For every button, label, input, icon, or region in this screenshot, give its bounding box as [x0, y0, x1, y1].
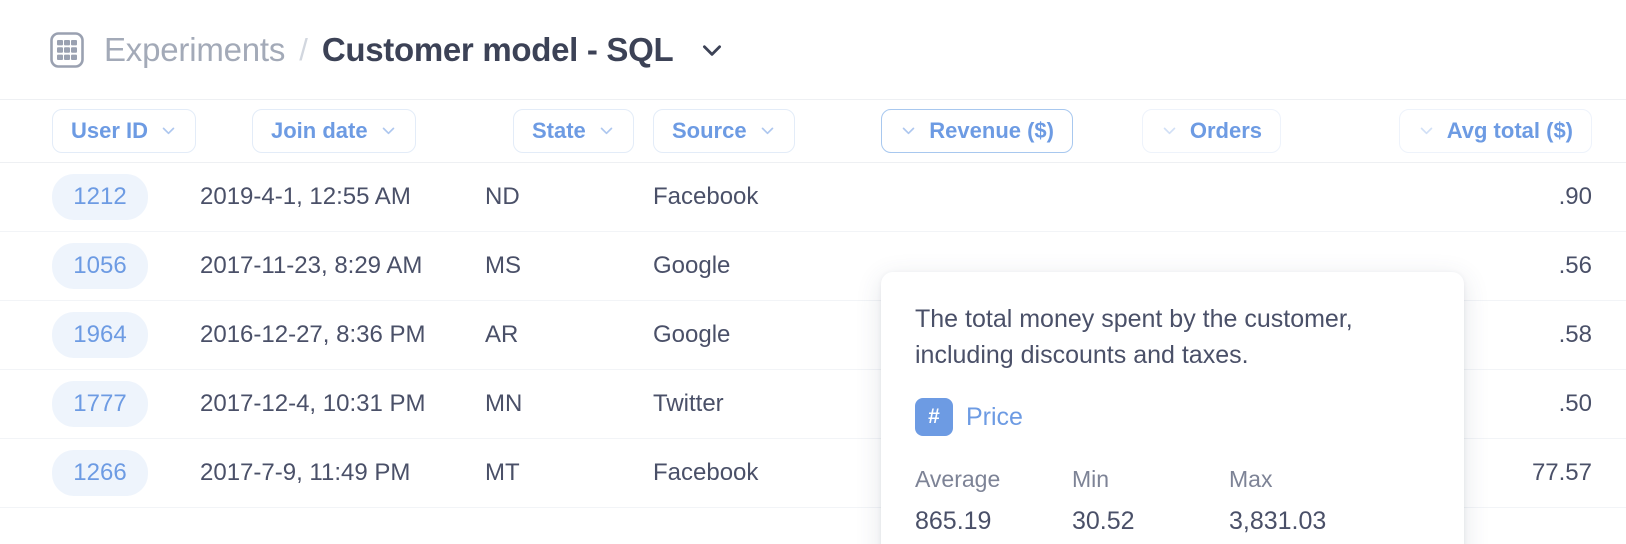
column-label: User ID [71, 118, 148, 144]
user-id-pill[interactable]: 1212 [52, 174, 148, 220]
cell-source: Google [653, 300, 838, 369]
table-header-row: User ID Join date [0, 100, 1626, 162]
cell-join-date: 2016-12-27, 8:36 PM [200, 300, 485, 369]
user-id-pill[interactable]: 1266 [52, 450, 148, 496]
cell-join-date: 2017-11-23, 8:29 AM [200, 231, 485, 300]
tooltip-stat-average: Average 865.19 [915, 466, 1072, 536]
cell-source: Facebook [653, 438, 838, 507]
grid-table-icon [48, 31, 86, 69]
table-row[interactable]: 1212 2019-4-1, 12:55 AM ND Facebook .90 [0, 162, 1626, 231]
cell-user-id: 1964 [0, 300, 200, 369]
cell-user-id: 1056 [0, 231, 200, 300]
cell-join-date: 2017-12-4, 10:31 PM [200, 369, 485, 438]
column-pill-state[interactable]: State [513, 109, 634, 153]
cell-state: ND [485, 162, 653, 231]
column-label: Revenue ($) [929, 118, 1054, 144]
breadcrumb-root-experiments[interactable]: Experiments [104, 31, 285, 69]
column-header-state: State [485, 100, 653, 162]
stat-label: Average [915, 466, 1072, 493]
cell-user-id: 1266 [0, 438, 200, 507]
column-pill-join-date[interactable]: Join date [252, 109, 416, 153]
column-header-avg-total: Avg total ($) [1303, 100, 1626, 162]
stat-value: 865.19 [915, 507, 1072, 536]
cell-state: MT [485, 438, 653, 507]
breadcrumb: Experiments / Customer model - SQL [104, 31, 725, 69]
cell-orders [1088, 162, 1303, 231]
chevron-down-icon[interactable] [1418, 122, 1435, 139]
chevron-down-icon[interactable] [699, 37, 725, 63]
column-header-user-id: User ID [0, 100, 200, 162]
stat-label: Max [1229, 466, 1386, 493]
number-type-icon: # [915, 398, 953, 436]
chevron-down-icon[interactable] [598, 122, 615, 139]
tooltip-stats: Average 865.19 Min 30.52 Max 3,831.03 [915, 466, 1430, 536]
column-info-tooltip: The total money spent by the customer, i… [881, 272, 1464, 544]
chevron-down-icon[interactable] [759, 122, 776, 139]
cell-state: AR [485, 300, 653, 369]
cell-state: MN [485, 369, 653, 438]
chevron-down-icon[interactable] [380, 122, 397, 139]
cell-avg-total: .90 [1303, 162, 1626, 231]
cell-source: Google [653, 231, 838, 300]
data-table-container: User ID Join date [0, 100, 1626, 544]
tooltip-stat-max: Max 3,831.03 [1229, 466, 1386, 536]
column-header-revenue: Revenue ($) [838, 100, 1088, 162]
tooltip-stat-min: Min 30.52 [1072, 466, 1229, 536]
column-header-source: Source [653, 100, 838, 162]
column-label: Avg total ($) [1447, 118, 1573, 144]
stat-value: 3,831.03 [1229, 507, 1386, 536]
column-label: Join date [271, 118, 368, 144]
chevron-down-icon[interactable] [900, 122, 917, 139]
cell-source: Twitter [653, 369, 838, 438]
column-header-orders: Orders [1088, 100, 1303, 162]
column-pill-revenue[interactable]: Revenue ($) [881, 109, 1073, 153]
tooltip-field-row: # Price [915, 398, 1430, 436]
column-header-join-date: Join date [200, 100, 485, 162]
cell-join-date: 2017-7-9, 11:49 PM [200, 438, 485, 507]
user-id-pill[interactable]: 1056 [52, 243, 148, 289]
cell-join-date: 2019-4-1, 12:55 AM [200, 162, 485, 231]
tooltip-description: The total money spent by the customer, i… [915, 302, 1427, 373]
chevron-down-icon[interactable] [160, 122, 177, 139]
column-label: Source [672, 118, 747, 144]
cell-revenue [838, 162, 1088, 231]
chevron-down-icon[interactable] [1161, 122, 1178, 139]
tooltip-field-link-price[interactable]: Price [966, 403, 1023, 432]
page-title: Customer model - SQL [322, 31, 674, 69]
breadcrumb-separator: / [299, 32, 308, 68]
column-pill-user-id[interactable]: User ID [52, 109, 196, 153]
user-id-pill[interactable]: 1964 [52, 312, 148, 358]
column-pill-source[interactable]: Source [653, 109, 795, 153]
cell-state: MS [485, 231, 653, 300]
cell-source: Facebook [653, 162, 838, 231]
cell-user-id: 1777 [0, 369, 200, 438]
cell-user-id: 1212 [0, 162, 200, 231]
user-id-pill[interactable]: 1777 [52, 381, 148, 427]
column-pill-avg-total[interactable]: Avg total ($) [1399, 109, 1592, 153]
stat-value: 30.52 [1072, 507, 1229, 536]
column-label: State [532, 118, 586, 144]
column-pill-orders[interactable]: Orders [1142, 109, 1281, 153]
app-header: Experiments / Customer model - SQL [0, 0, 1626, 100]
column-label: Orders [1190, 118, 1262, 144]
stat-label: Min [1072, 466, 1229, 493]
